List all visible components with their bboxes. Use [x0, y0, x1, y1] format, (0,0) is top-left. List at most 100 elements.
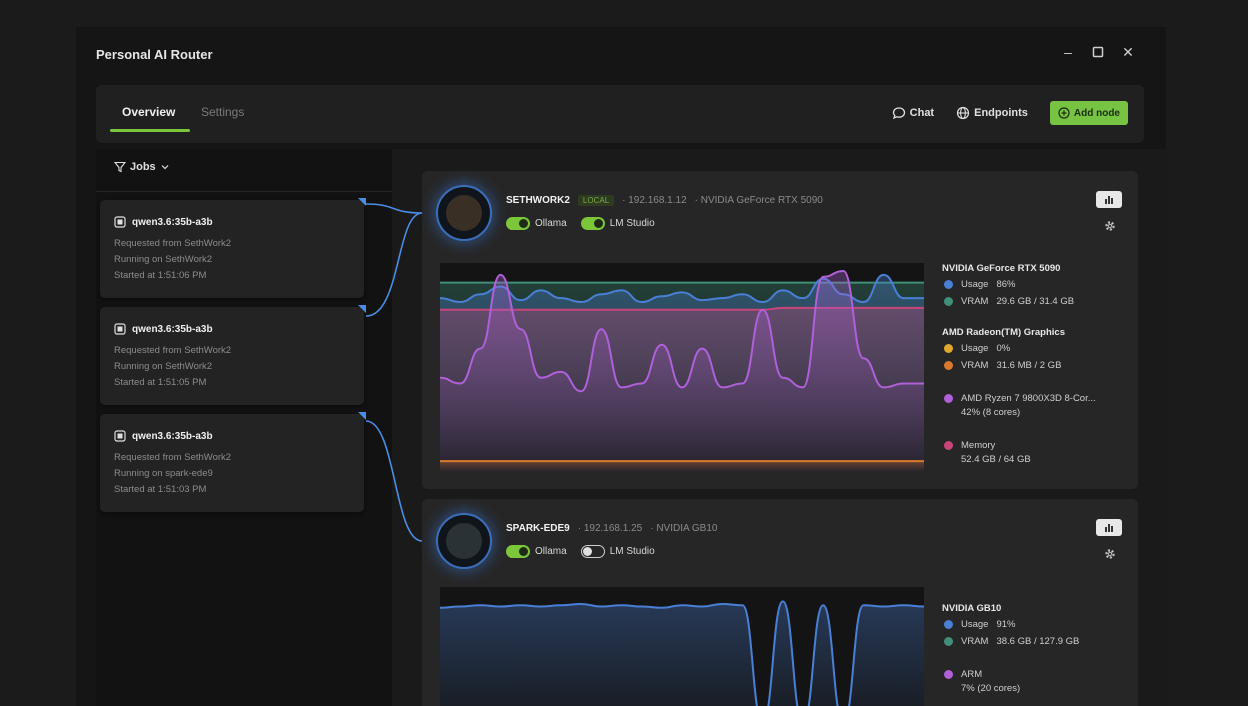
node-name: SPARK-EDE9 — [506, 523, 570, 534]
maximize-button[interactable] — [1090, 44, 1106, 60]
legend-row: ARM — [944, 669, 1079, 680]
chat-button[interactable]: Chat — [892, 106, 934, 120]
toggle-switch[interactable] — [580, 545, 605, 558]
legend-label: VRAM — [961, 296, 989, 307]
legend-row: VRAM 31.6 MB / 2 GB — [944, 360, 1096, 371]
legend-dot — [944, 280, 953, 289]
job-node-connectors — [365, 203, 423, 542]
legend-dot — [944, 394, 953, 403]
chat-label: Chat — [909, 107, 935, 119]
node-usage-chart — [439, 263, 924, 471]
lm-studio-toggle[interactable]: LM Studio — [580, 217, 655, 230]
node-header: SPARK-EDE9 · 192.168.1.25 · NVIDIA GB10 — [506, 523, 717, 534]
legend-sub: 52.4 GB / 64 GB — [961, 454, 1031, 465]
legend-row: AMD Ryzen 7 9800X3D 8-Cor... — [944, 393, 1096, 404]
legend-dot — [944, 620, 953, 629]
endpoints-button[interactable]: Endpoints — [956, 106, 1028, 120]
legend-dot — [944, 344, 953, 353]
node-header: SETHWORK2 LOCAL · 192.168.1.12 · NVIDIA … — [506, 195, 823, 206]
globe-icon — [957, 106, 970, 120]
node-ip: · 192.168.1.12 — [622, 195, 687, 206]
chat-icon — [892, 107, 905, 120]
chart-view-button[interactable] — [1096, 191, 1122, 208]
toggle-label: Ollama — [535, 218, 567, 229]
legend-dot — [944, 297, 953, 306]
bar-chart-icon — [1105, 196, 1113, 204]
plus-circle-icon — [1058, 107, 1070, 119]
series-area — [440, 461, 924, 471]
node-gpu: · NVIDIA GeForce RTX 5090 — [694, 195, 823, 206]
legend-value: 38.6 GB / 127.9 GB — [996, 636, 1080, 647]
app-window: Personal AI Router – ✕ Overview Settings… — [76, 27, 1166, 706]
node-toggles: Ollama LM Studio — [506, 545, 655, 558]
legend-value: 31.6 MB / 2 GB — [996, 360, 1062, 371]
node-legend: NVIDIA GB10 Usage 91% VRAM 38.6 GB / 127.9… — [942, 603, 1079, 694]
window-controls: – ✕ — [1060, 44, 1136, 60]
legend-label: Memory — [961, 440, 996, 451]
legend-label: ARM — [961, 669, 983, 680]
gear-icon — [1105, 549, 1115, 559]
legend-heading: NVIDIA GeForce RTX 5090 — [942, 263, 1061, 274]
gear-icon — [1105, 221, 1115, 231]
ollama-toggle[interactable]: Ollama — [506, 217, 567, 230]
toggle-label: LM Studio — [609, 546, 655, 557]
node-card-spark-ede9: SPARK-EDE9 · 192.168.1.25 · NVIDIA GB10 … — [422, 499, 1138, 706]
legend-heading: NVIDIA GB10 — [942, 603, 1002, 614]
legend-dot — [944, 441, 953, 450]
toggle-label: LM Studio — [609, 218, 655, 229]
node-card-sethwork2: SETHWORK2 LOCAL · 192.168.1.12 · NVIDIA … — [422, 171, 1138, 489]
legend-label: Usage — [961, 619, 989, 630]
node-settings-button[interactable] — [1103, 547, 1117, 561]
usage-chart-svg — [439, 600, 925, 706]
ollama-toggle[interactable]: Ollama — [506, 545, 567, 558]
legend-row: VRAM 29.6 GB / 31.4 GB — [944, 296, 1096, 307]
connector-line — [365, 420, 423, 542]
chart-view-button[interactable] — [1096, 519, 1122, 536]
legend-sub: 7% (20 cores) — [961, 683, 1021, 694]
maximize-icon — [1092, 46, 1104, 58]
bar-chart-icon — [1105, 524, 1113, 532]
node-usage-chart — [439, 587, 925, 706]
legend-label: Usage — [961, 279, 989, 290]
legend-row: Usage 91% — [944, 619, 1079, 630]
connector-line — [365, 212, 423, 317]
lm-studio-toggle[interactable]: LM Studio — [580, 545, 655, 558]
legend-heading: AMD Radeon(TM) Graphics — [942, 327, 1065, 338]
top-actions: Chat Endpoints Add node — [892, 101, 1128, 125]
connector-line — [365, 203, 423, 214]
local-badge: LOCAL — [577, 195, 615, 206]
legend-dot — [944, 361, 953, 370]
nodes-panel: SETHWORK2 LOCAL · 192.168.1.12 · NVIDIA … — [392, 149, 1166, 706]
toggle-switch[interactable] — [580, 217, 605, 230]
legend-row: VRAM 38.6 GB / 127.9 GB — [944, 636, 1079, 647]
endpoints-label: Endpoints — [974, 107, 1028, 119]
legend-row: Memory — [944, 440, 1096, 451]
legend-row: Usage 86% — [944, 279, 1096, 290]
legend-row: Usage 0% — [944, 343, 1096, 354]
legend-label: VRAM — [961, 636, 989, 647]
node-gpu: · NVIDIA GB10 — [650, 523, 718, 534]
legend-value: 29.6 GB / 31.4 GB — [996, 296, 1075, 307]
node-toggles: Ollama LM Studio — [506, 217, 655, 230]
node-ip: · 192.168.1.25 — [577, 523, 643, 534]
toggle-label: Ollama — [535, 546, 567, 557]
node-legend: NVIDIA GeForce RTX 5090 Usage 86% VRAM 29.… — [942, 263, 1096, 465]
toggle-switch[interactable] — [506, 545, 530, 558]
minimize-button[interactable]: – — [1060, 44, 1076, 60]
legend-dot — [944, 670, 953, 679]
legend-value: 86% — [996, 279, 1016, 290]
legend-label: Usage — [961, 343, 989, 354]
node-settings-button[interactable] — [1103, 219, 1117, 233]
toggle-switch[interactable] — [506, 217, 530, 230]
legend-value: 91% — [996, 619, 1016, 630]
node-name: SETHWORK2 — [506, 195, 570, 206]
legend-sub: 42% (8 cores) — [961, 407, 1021, 418]
legend-value: 0% — [996, 343, 1011, 354]
close-button[interactable]: ✕ — [1120, 44, 1136, 60]
add-node-button[interactable]: Add node — [1049, 101, 1128, 125]
legend-label: AMD Ryzen 7 9800X3D 8-Cor... — [961, 393, 1096, 404]
legend-dot — [944, 637, 953, 646]
add-node-label: Add node — [1073, 107, 1120, 119]
usage-chart-svg — [439, 269, 924, 471]
legend-label: VRAM — [961, 360, 989, 371]
